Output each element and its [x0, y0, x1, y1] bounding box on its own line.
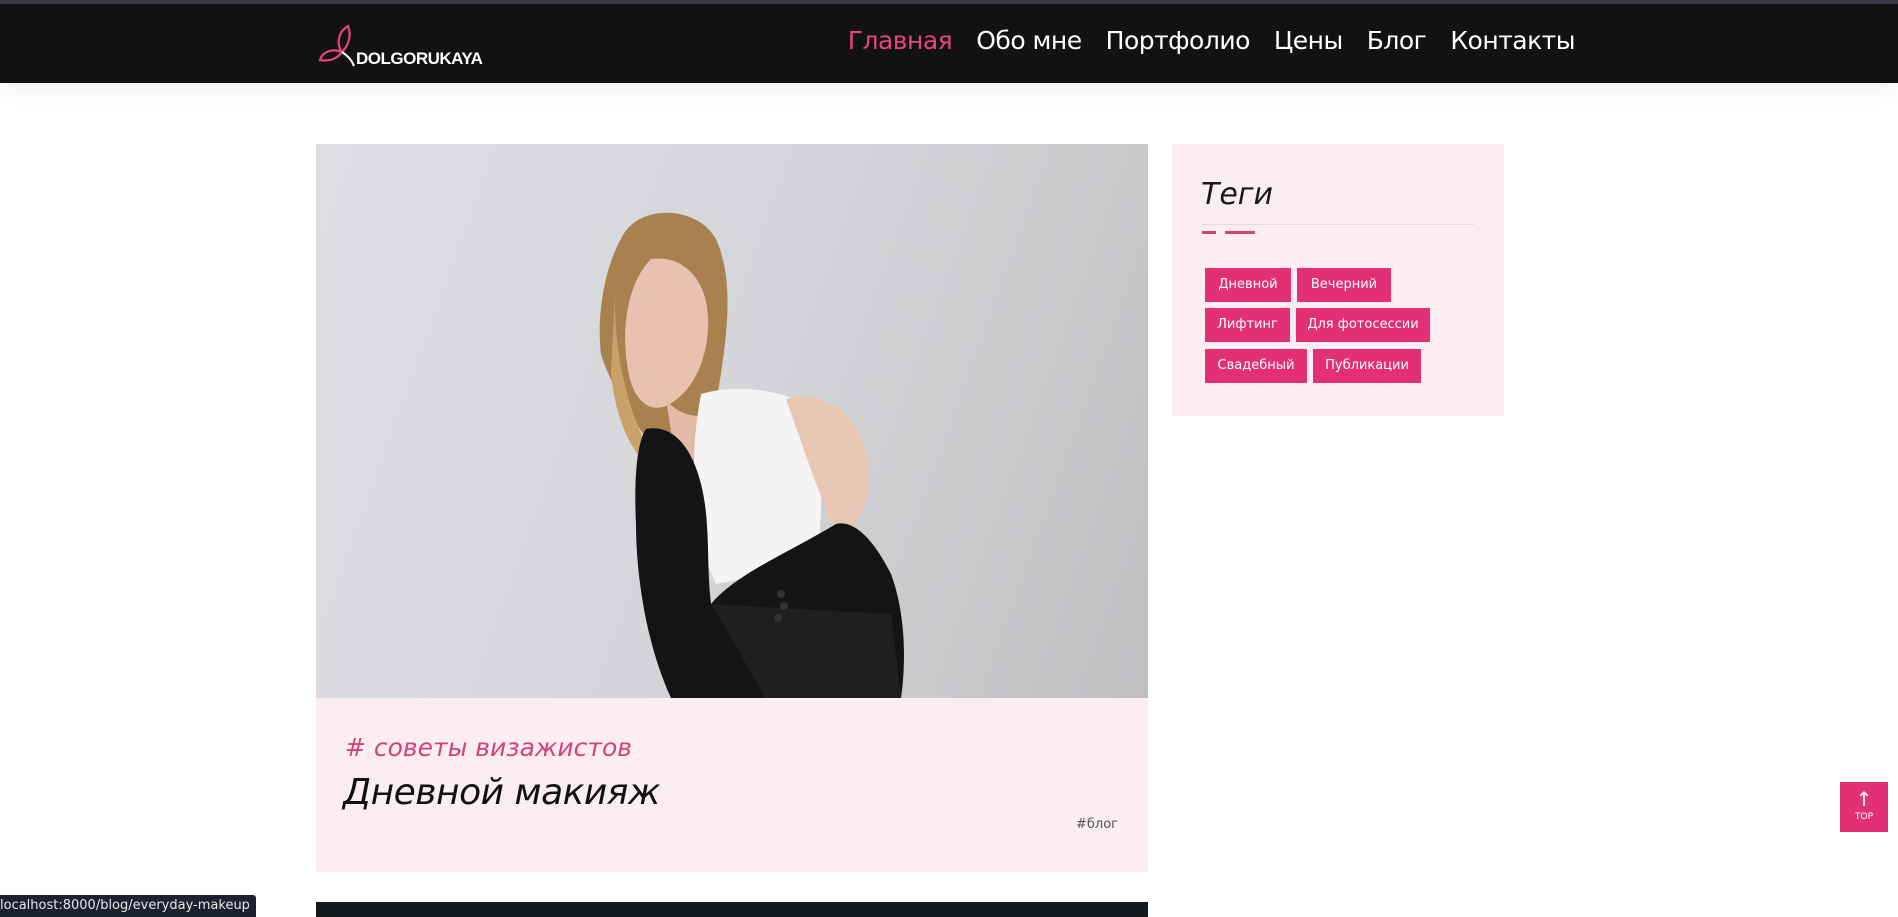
nav-item-prices[interactable]: Цены [1274, 26, 1343, 55]
nav-item-contacts[interactable]: Контакты [1450, 26, 1575, 55]
site-logo[interactable]: DOLGORUKAYA [318, 22, 483, 72]
tag-button[interactable]: Дневной [1205, 268, 1291, 302]
tag-button[interactable]: Вечерний [1297, 268, 1391, 302]
nav-item-about[interactable]: Обо мне [976, 26, 1082, 55]
tags-widget-title: Теги [1201, 177, 1274, 212]
tag-button[interactable]: Свадебный [1205, 349, 1307, 383]
nav-item-blog[interactable]: Блог [1367, 26, 1427, 55]
tags-widget: Теги Дневной Вечерний Лифтинг Для фотосе… [1172, 144, 1504, 416]
title-accent-dash [1225, 231, 1255, 234]
site-header: DOLGORUKAYA Главная Обо мне Портфолио Це… [0, 4, 1898, 83]
blog-post-card[interactable]: # советы визажистов Дневной макияж #блог [316, 144, 1148, 872]
nav-item-home[interactable]: Главная [848, 26, 953, 55]
tag-button[interactable]: Для фотосессии [1296, 308, 1430, 342]
divider [1202, 224, 1474, 225]
scroll-to-top-label: TOP [1854, 812, 1873, 822]
nav-item-portfolio[interactable]: Портфолио [1106, 26, 1251, 55]
arrow-up-icon: ↑ [1855, 787, 1873, 811]
post-photo-illustration [599, 212, 904, 698]
next-post-image[interactable] [316, 902, 1148, 917]
main-nav: Главная Обо мне Портфолио Цены Блог Конт… [848, 26, 1576, 55]
tag-button[interactable]: Лифтинг [1205, 308, 1290, 342]
post-info: # советы визажистов Дневной макияж #блог [316, 698, 1148, 872]
post-title[interactable]: Дневной макияж [343, 772, 660, 813]
post-tag[interactable]: #блог [1076, 817, 1118, 832]
title-accent-dash [1202, 231, 1216, 234]
status-bar-url: localhost:8000/blog/everyday-makeup [0, 895, 256, 917]
tag-button[interactable]: Публикации [1313, 349, 1421, 383]
logo-text: DOLGORUKAYA [356, 49, 483, 68]
post-image[interactable] [316, 144, 1148, 698]
post-category[interactable]: # советы визажистов [345, 733, 632, 762]
scroll-to-top-button[interactable]: ↑ TOP [1840, 782, 1888, 832]
